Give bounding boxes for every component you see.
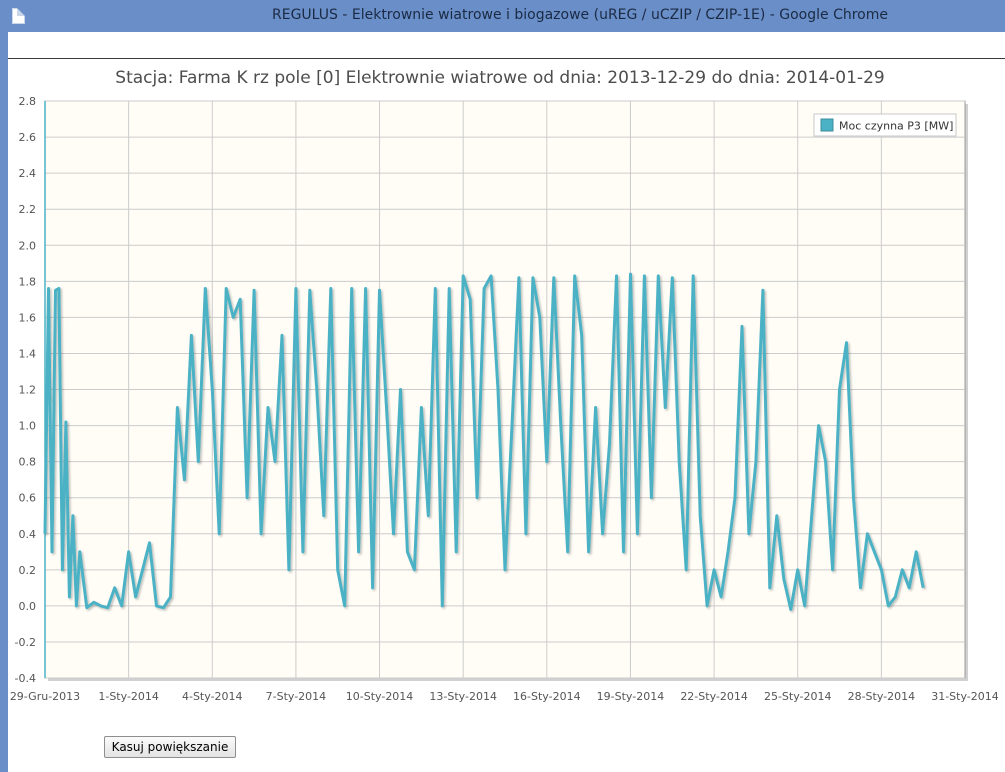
x-tick-label: 29-Gru-2013 bbox=[10, 690, 80, 703]
x-tick-label: 31-Sty-2014 bbox=[931, 690, 999, 703]
legend-label: Moc czynna P3 [MW] bbox=[839, 120, 953, 133]
x-tick-label: 7-Sty-2014 bbox=[266, 690, 327, 703]
y-tick-label: 2.2 bbox=[19, 203, 37, 216]
x-tick-label: 19-Sty-2014 bbox=[597, 690, 665, 703]
wind-power-chart[interactable]: 2.8 2.6 2.4 2.2 2.0 1.8 1.6 1.4 1.2 1.0 0.8 0.6 0.4 0… bbox=[0, 90, 1005, 710]
x-tick-label: 22-Sty-2014 bbox=[680, 690, 748, 703]
y-tick-label: 1.8 bbox=[19, 275, 37, 288]
window-titlebar: REGULUS - Elektrownie wiatrowe i biogazo… bbox=[0, 0, 1005, 33]
x-tick-label: 10-Sty-2014 bbox=[346, 690, 414, 703]
page-icon bbox=[12, 8, 25, 24]
x-tick-label: 13-Sty-2014 bbox=[429, 690, 497, 703]
y-tick-label: 1.2 bbox=[19, 384, 37, 397]
y-tick-label: 1.4 bbox=[19, 347, 37, 360]
chart-title: Stacja: Farma K rz pole [0] Elektrownie … bbox=[115, 68, 885, 88]
x-tick-label: 4-Sty-2014 bbox=[182, 690, 243, 703]
y-tick-label: 0.0 bbox=[19, 600, 37, 613]
y-tick-label: 0.2 bbox=[19, 564, 37, 577]
x-tick-label: 1-Sty-2014 bbox=[98, 690, 159, 703]
y-tick-label: 1.0 bbox=[19, 420, 37, 433]
y-tick-label: 2.0 bbox=[19, 239, 37, 252]
x-tick-label: 28-Sty-2014 bbox=[848, 690, 916, 703]
x-tick-label: 16-Sty-2014 bbox=[513, 690, 581, 703]
y-tick-label: 2.4 bbox=[19, 167, 37, 180]
y-tick-label: 0.4 bbox=[19, 528, 37, 541]
reset-zoom-button[interactable]: Kasuj powiększanie bbox=[104, 736, 236, 758]
x-tick-label: 25-Sty-2014 bbox=[764, 690, 832, 703]
y-tick-label: 2.8 bbox=[19, 95, 37, 108]
browser-toolbar bbox=[8, 32, 1005, 59]
y-tick-label: 0.8 bbox=[19, 456, 37, 469]
y-tick-label: 2.6 bbox=[19, 131, 37, 144]
y-tick-label: -0.2 bbox=[15, 636, 36, 649]
y-tick-label: -0.4 bbox=[15, 672, 36, 685]
legend-swatch bbox=[820, 118, 834, 132]
window-title: REGULUS - Elektrownie wiatrowe i biogazo… bbox=[272, 7, 888, 23]
y-tick-label: 1.6 bbox=[19, 311, 37, 324]
y-tick-label: 0.6 bbox=[19, 492, 37, 505]
